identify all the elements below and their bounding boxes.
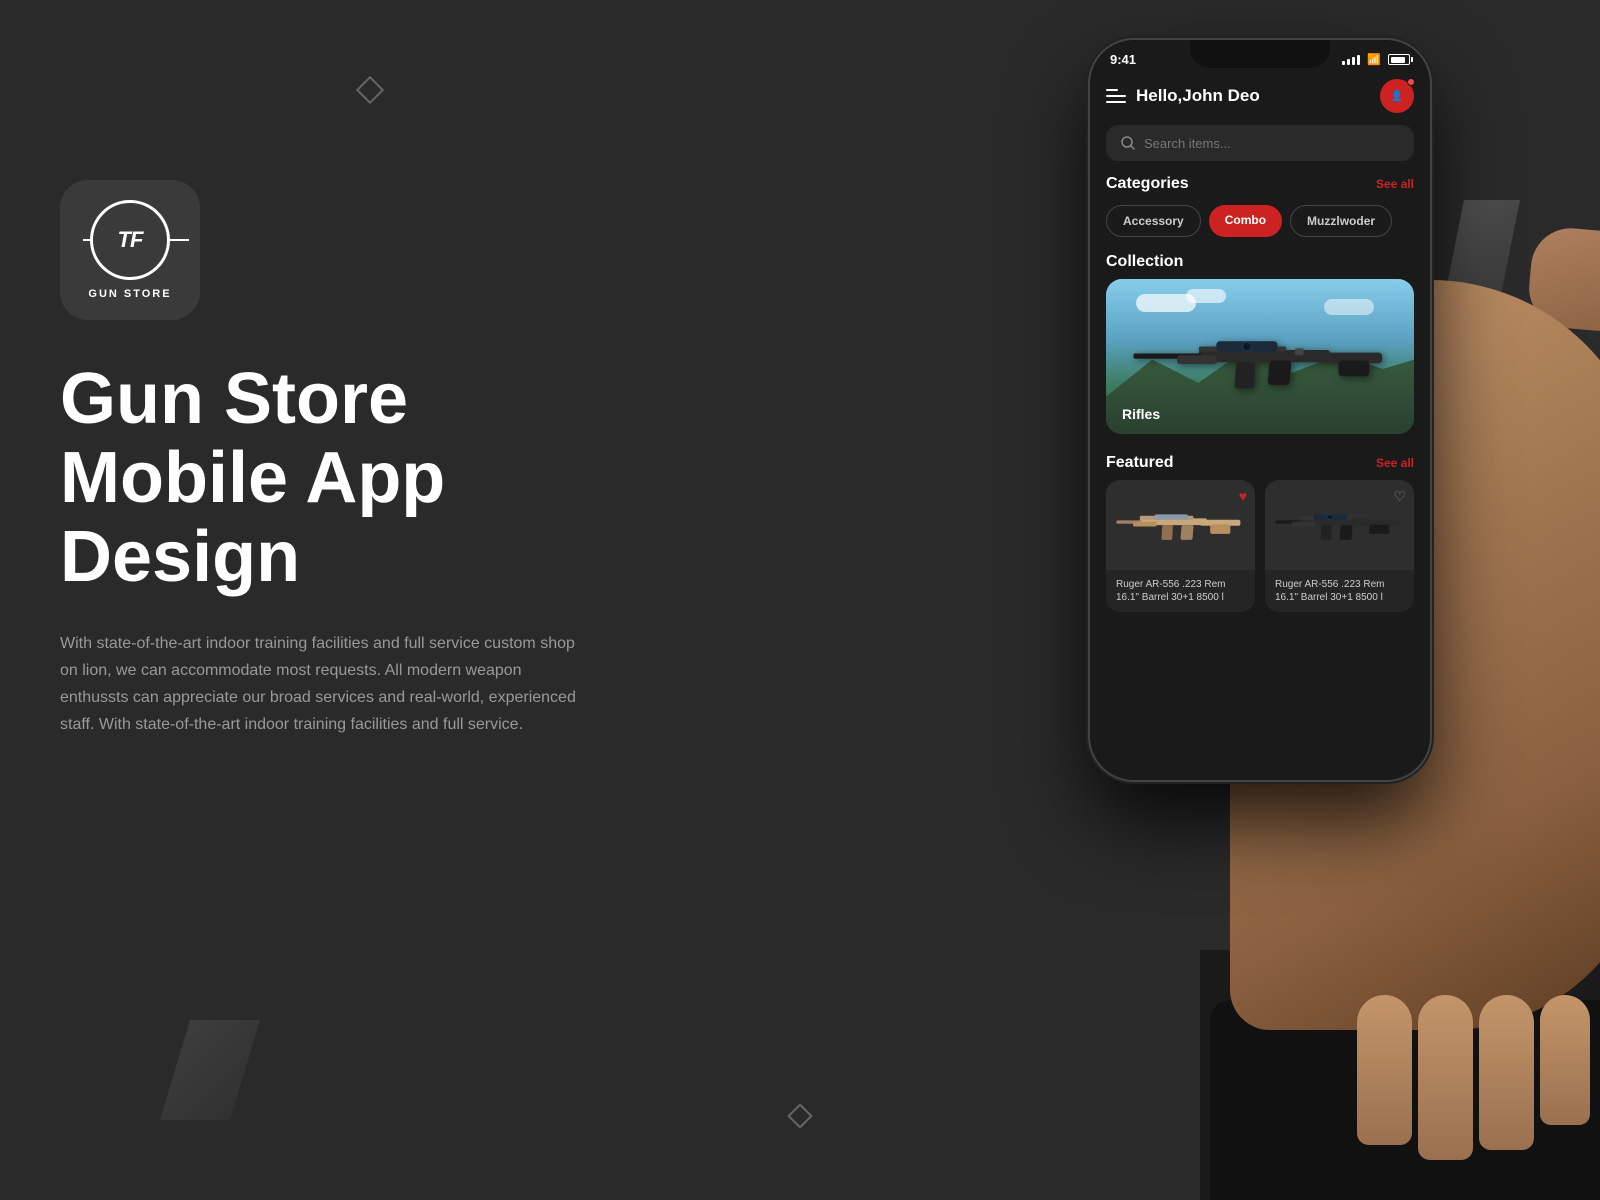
logo-icon: TF bbox=[118, 227, 143, 253]
featured-header: Featured See all bbox=[1090, 450, 1430, 480]
product-card-2-name: Ruger AR-556 .223 Rem 16.1" Barrel 30+1 … bbox=[1275, 578, 1404, 604]
category-combo[interactable]: Combo bbox=[1209, 205, 1282, 237]
phone-container: 9:41 📶 bbox=[700, 0, 1600, 1200]
phone-notch bbox=[1190, 40, 1330, 68]
categories-header: Categories See all bbox=[1090, 175, 1430, 205]
logo-circle: TF bbox=[90, 200, 170, 280]
product-card-1-image: ♥ bbox=[1106, 480, 1255, 570]
main-title: Gun Store Mobile App Design bbox=[60, 360, 640, 598]
collection-image[interactable]: Rifles bbox=[1106, 279, 1414, 434]
cloud-3 bbox=[1324, 299, 1374, 315]
avatar-button[interactable]: 👤 bbox=[1380, 79, 1414, 113]
search-bar[interactable]: Search items... bbox=[1106, 125, 1414, 161]
product-card-2-info: Ruger AR-556 .223 Rem 16.1" Barrel 30+1 … bbox=[1265, 570, 1414, 612]
phone-screen: 9:41 📶 bbox=[1090, 40, 1430, 780]
category-muzzlwoder[interactable]: Muzzlwoder bbox=[1290, 205, 1392, 237]
product-card-1[interactable]: ♥ bbox=[1106, 480, 1255, 612]
heart-icon-2[interactable]: ♡ bbox=[1393, 488, 1406, 505]
status-icons: 📶 bbox=[1342, 53, 1410, 66]
cloud-2 bbox=[1186, 289, 1226, 303]
heart-icon-1[interactable]: ♥ bbox=[1239, 488, 1247, 504]
categories-row: Accessory Combo Muzzlwoder bbox=[1090, 205, 1430, 253]
status-time: 9:41 bbox=[1110, 52, 1136, 67]
categories-see-all[interactable]: See all bbox=[1376, 177, 1414, 191]
search-container: Search items... bbox=[1090, 125, 1430, 175]
avatar-image: 👤 bbox=[1391, 91, 1403, 102]
notification-dot bbox=[1407, 78, 1415, 86]
logo-text: GUN STORE bbox=[88, 288, 171, 300]
collection-rifle bbox=[1129, 322, 1391, 392]
decorative-diamond-top bbox=[356, 76, 384, 104]
hamburger-menu-icon[interactable] bbox=[1106, 89, 1126, 103]
collection-header: Collection bbox=[1090, 253, 1430, 279]
categories-title: Categories bbox=[1106, 175, 1189, 193]
product-card-1-name: Ruger AR-556 .223 Rem 16.1" Barrel 30+1 … bbox=[1116, 578, 1245, 604]
featured-title: Featured bbox=[1106, 454, 1174, 472]
featured-cards: ♥ bbox=[1090, 480, 1430, 612]
product-card-1-info: Ruger AR-556 .223 Rem 16.1" Barrel 30+1 … bbox=[1106, 570, 1255, 612]
battery-icon bbox=[1388, 54, 1410, 65]
product-card-2-image: ♡ bbox=[1265, 480, 1414, 570]
featured-see-all[interactable]: See all bbox=[1376, 456, 1414, 470]
description-text: With state-of-the-art indoor training fa… bbox=[60, 630, 580, 739]
category-accessory[interactable]: Accessory bbox=[1106, 205, 1201, 237]
decorative-shape-bottom-left bbox=[160, 1020, 260, 1120]
search-icon bbox=[1120, 135, 1136, 151]
search-placeholder: Search items... bbox=[1144, 136, 1231, 151]
collection-title: Collection bbox=[1106, 253, 1183, 271]
app-logo: TF GUN STORE bbox=[60, 180, 200, 320]
product-rifle-2 bbox=[1272, 505, 1406, 545]
header-greeting: Hello,John Deo bbox=[1136, 86, 1380, 106]
app-header: Hello,John Deo 👤 bbox=[1090, 71, 1430, 125]
signal-bars-icon bbox=[1342, 55, 1360, 65]
product-rifle-1 bbox=[1113, 505, 1247, 545]
collection-label: Rifles bbox=[1122, 406, 1160, 422]
product-card-2[interactable]: ♡ bbox=[1265, 480, 1414, 612]
wifi-icon: 📶 bbox=[1367, 53, 1381, 66]
phone-device: 9:41 📶 bbox=[1090, 40, 1430, 780]
left-content-area: TF GUN STORE Gun Store Mobile App Design… bbox=[60, 180, 640, 738]
